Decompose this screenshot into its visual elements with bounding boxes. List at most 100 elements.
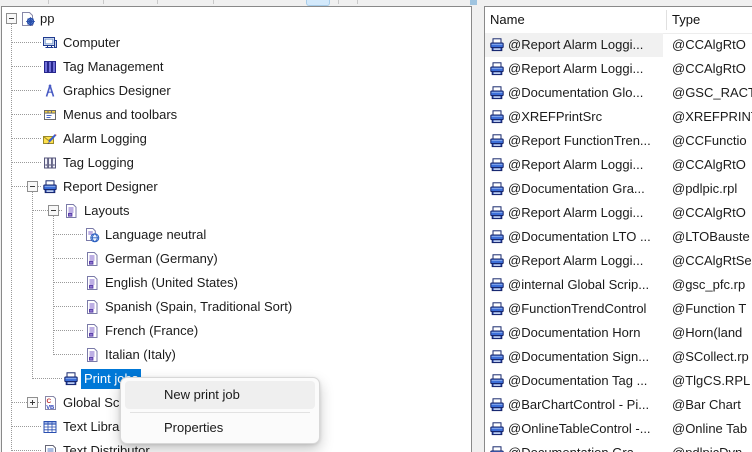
layout-list-panel: Name Type @Report Alarm Loggi... @CCAlgRt… [484,6,752,452]
table-row[interactable]: @Report Alarm Loggi... @CCAlgRtO [485,201,752,225]
printer-icon [489,253,505,269]
collapse-box-icon[interactable] [6,13,17,24]
table-row[interactable]: @Report Alarm Loggi... @CCAlgRtSe [485,249,752,273]
svg-text:C: C [47,398,52,405]
table-row[interactable]: @Documentation Sign... @SCollect.rp [485,345,752,369]
printer-icon [489,37,505,53]
expand-box-icon[interactable] [27,397,38,408]
project-icon [20,11,36,27]
table-row[interactable]: @Documentation Glo... @GSC_RACT [485,81,752,105]
printer-icon [489,133,505,149]
layout-type: @Function T [672,301,747,316]
table-row[interactable]: @Documentation LTO ... @LTOBauste [485,225,752,249]
tree-item-spanish-spain-traditional-sort[interactable]: Spanish (Spain, Traditional Sort) [2,295,471,319]
menu-item-new-print-job[interactable]: New print job [125,381,315,409]
toolbar-separator-fragment [338,0,339,4]
tree-item-tag-management[interactable]: Tag Management [2,55,471,79]
column-separator[interactable] [666,10,667,30]
column-header-type[interactable]: Type [672,7,700,33]
table-row[interactable]: @Report Alarm Loggi... @CCAlgRtO [485,153,752,177]
tree-item-german-germany[interactable]: German (Germany) [2,247,471,271]
tag-logging-icon [42,155,58,171]
table-row[interactable]: @Report Alarm Loggi... @CCAlgRtO [485,57,752,81]
printer-icon [489,373,505,389]
layout-type: @TlgCS.RPL [672,373,751,388]
toolbar-separator-fragment [157,0,158,4]
toolbar-separator-fragment [213,0,214,4]
tree-connector-line [53,234,83,235]
tree-item-language-neutral[interactable]: Language neutral [2,223,471,247]
tree-connector-line [11,114,41,115]
tree-item-menus-and-toolbars[interactable]: Menus and toolbars [2,103,471,127]
tree-item-label: Computer [63,35,121,50]
tree-item-label: German (Germany) [105,251,218,266]
layout-name: @Report FunctionTren... [508,133,651,148]
layout-type: @Horn(land [672,325,743,340]
table-row[interactable]: @Documentation Gra... @pdlpicDyn [485,441,752,452]
table-row[interactable]: @internal Global Scrip... @gsc_pfc.rp [485,273,752,297]
layout-name: @Documentation Glo... [508,85,644,100]
tree-item-label: Language neutral [105,227,207,242]
layout-type: @LTOBauste [672,229,750,244]
layout-icon [84,323,100,339]
layout-type: @Online Tab [672,421,748,436]
collapse-box-icon[interactable] [48,205,59,216]
printer-icon [489,445,505,452]
layout-type: @SCollect.rp [672,349,749,364]
printer-icon [489,301,505,317]
table-row[interactable]: @Report Alarm Loggi... @CCAlgRtO [485,33,752,57]
table-row[interactable]: @Documentation Horn @Horn(land [485,321,752,345]
table-row[interactable]: @BarChartControl - Pi... @Bar Chart [485,393,752,417]
layout-name: @Report Alarm Loggi... [508,205,644,220]
layout-icon [84,299,100,315]
toolbar-separator-fragment [103,0,104,4]
printer-icon [489,325,505,341]
collapse-box-icon[interactable] [27,181,38,192]
toolbar-icon-fragment [470,0,477,5]
tree-item-computer[interactable]: Computer [2,31,471,55]
tree-item-alarm-logging[interactable]: Alarm Logging [2,127,471,151]
wincc-explorer-window: pp Computer Tag Management Graphics Designe… [0,0,752,452]
tree-item-layouts[interactable]: Layouts [2,199,471,223]
table-row[interactable]: @OnlineTableControl -... @Online Tab [485,417,752,441]
table-row[interactable]: @XREFPrintSrc @XREFPRINT [485,105,752,129]
layout-icon [84,251,100,267]
tree-item-label: Layouts [84,203,130,218]
tree-item-report-designer[interactable]: Report Designer [2,175,471,199]
layout-name: @Report Alarm Loggi... [508,253,644,268]
printer-icon [489,421,505,437]
computer-icon [42,35,58,51]
table-row[interactable]: @FunctionTrendControl @Function T [485,297,752,321]
table-row[interactable]: @Documentation Tag ... @TlgCS.RPL [485,369,752,393]
tree-item-italian-italy[interactable]: Italian (Italy) [2,343,471,367]
printer-icon [489,277,505,293]
column-header-name[interactable]: Name [490,7,525,33]
layout-name: @Documentation Sign... [508,349,650,364]
layout-icon [63,203,79,219]
tree-connector-line [53,282,83,283]
tree-item-pp[interactable]: pp [2,7,471,31]
tree-item-label: French (France) [105,323,199,338]
table-row[interactable]: @Documentation Gra... @pdlpic.rpl [485,177,752,201]
layout-type: @CCAlgRtO [672,157,746,172]
printer-icon [489,349,505,365]
menu-item-properties[interactable]: Properties [125,416,315,440]
printer-icon [489,181,505,197]
tree-item-english-united-states[interactable]: English (United States) [2,271,471,295]
tree-connector-line [11,66,41,67]
table-row[interactable]: @Report FunctionTren... @CCFunctio [485,129,752,153]
layout-type: @CCFunctio [672,133,747,148]
text-distributor-icon [42,443,58,452]
tree-connector-line [53,258,83,259]
tree-connector-line [53,354,83,355]
tree-item-french-france[interactable]: French (France) [2,319,471,343]
layout-name: @Report Alarm Loggi... [508,61,644,76]
list-header: Name Type [485,7,752,34]
layout-icon [84,275,100,291]
tree-item-label: pp [40,11,55,26]
graphics-designer-icon [42,83,58,99]
tree-item-label: Alarm Logging [63,131,147,146]
tree-item-tag-logging[interactable]: Tag Logging [2,151,471,175]
tree-item-graphics-designer[interactable]: Graphics Designer [2,79,471,103]
layout-name: @Documentation Tag ... [508,373,648,388]
